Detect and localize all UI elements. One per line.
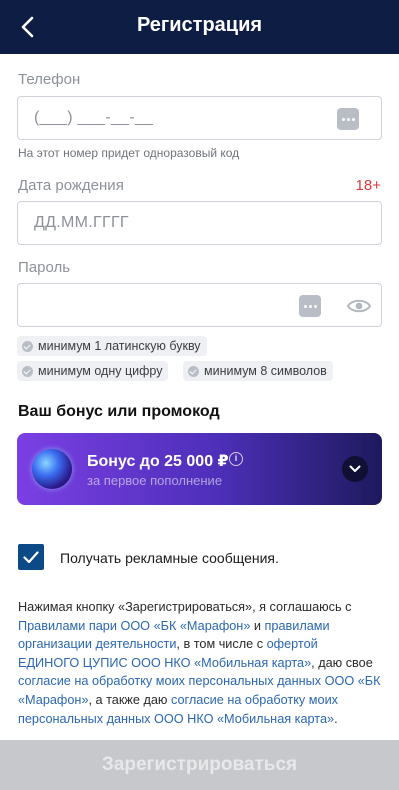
legal-text-part: и bbox=[250, 618, 265, 633]
password-rule-chip: минимум 1 латинскую букву bbox=[17, 336, 207, 356]
legal-text-part: , а также даю bbox=[88, 692, 171, 707]
bonus-card[interactable]: Бонус до 25 000 ₽ i за первое пополнение bbox=[17, 433, 382, 505]
birthdate-placeholder: ДД.ММ.ГГГГ bbox=[34, 214, 129, 231]
password-rule-text: минимум 8 символов bbox=[204, 364, 327, 378]
age-badge: 18+ bbox=[355, 177, 381, 194]
page-title: Регистрация bbox=[136, 14, 263, 36]
phone-placeholder: (___) ___-__-__ bbox=[34, 109, 154, 126]
bonus-section-title: Ваш бонус или промокод bbox=[18, 403, 220, 420]
check-icon bbox=[188, 365, 199, 377]
register-button[interactable]: Зарегистрироваться bbox=[0, 740, 399, 790]
phone-label: Телефон bbox=[18, 71, 81, 88]
legal-text-part: . bbox=[334, 711, 338, 726]
password-rule-chip: минимум одну цифру bbox=[17, 361, 169, 381]
phone-field[interactable]: (___) ___-__-__ bbox=[17, 96, 382, 140]
eye-icon[interactable] bbox=[347, 297, 371, 315]
keyboard-icon[interactable] bbox=[337, 108, 359, 130]
phone-hint: На этот номер придет одноразовый код bbox=[18, 146, 240, 160]
bonus-ball-icon bbox=[32, 449, 72, 489]
birthdate-field[interactable]: ДД.ММ.ГГГГ bbox=[17, 201, 382, 245]
info-icon[interactable]: i bbox=[229, 452, 243, 466]
legal-text-part: , даю свое bbox=[311, 655, 373, 670]
bonus-subtitle: за первое пополнение bbox=[87, 473, 223, 488]
bonus-title: Бонус до 25 000 ₽ bbox=[87, 453, 229, 470]
ads-checkbox[interactable] bbox=[18, 544, 44, 570]
betting-rules-link[interactable]: Правилами пари ООО «БК «Марафон» bbox=[18, 619, 250, 633]
password-rule-text: минимум 1 латинскую букву bbox=[38, 339, 201, 353]
app-header: Регистрация bbox=[0, 0, 399, 54]
legal-text: Нажимая кнопку «Зарегистрироваться», я с… bbox=[18, 598, 382, 728]
birthdate-label: Дата рождения bbox=[18, 177, 124, 194]
legal-text-part: , в том числе с bbox=[176, 637, 267, 652]
bonus-expand-button[interactable] bbox=[342, 456, 368, 482]
check-icon bbox=[22, 365, 33, 377]
ads-checkbox-label: Получать рекламные сообщения. bbox=[60, 550, 279, 566]
check-icon bbox=[23, 550, 39, 563]
password-rule-text: минимум одну цифру bbox=[38, 364, 163, 378]
legal-text-part: Нажимая кнопку «Зарегистрироваться», я с… bbox=[18, 600, 352, 614]
check-icon bbox=[22, 340, 33, 352]
password-field[interactable] bbox=[17, 283, 382, 327]
password-rule-chip: минимум 8 символов bbox=[183, 361, 333, 381]
keyboard-icon[interactable] bbox=[299, 295, 321, 317]
password-label: Пароль bbox=[18, 259, 71, 276]
chevron-down-icon bbox=[349, 465, 361, 472]
